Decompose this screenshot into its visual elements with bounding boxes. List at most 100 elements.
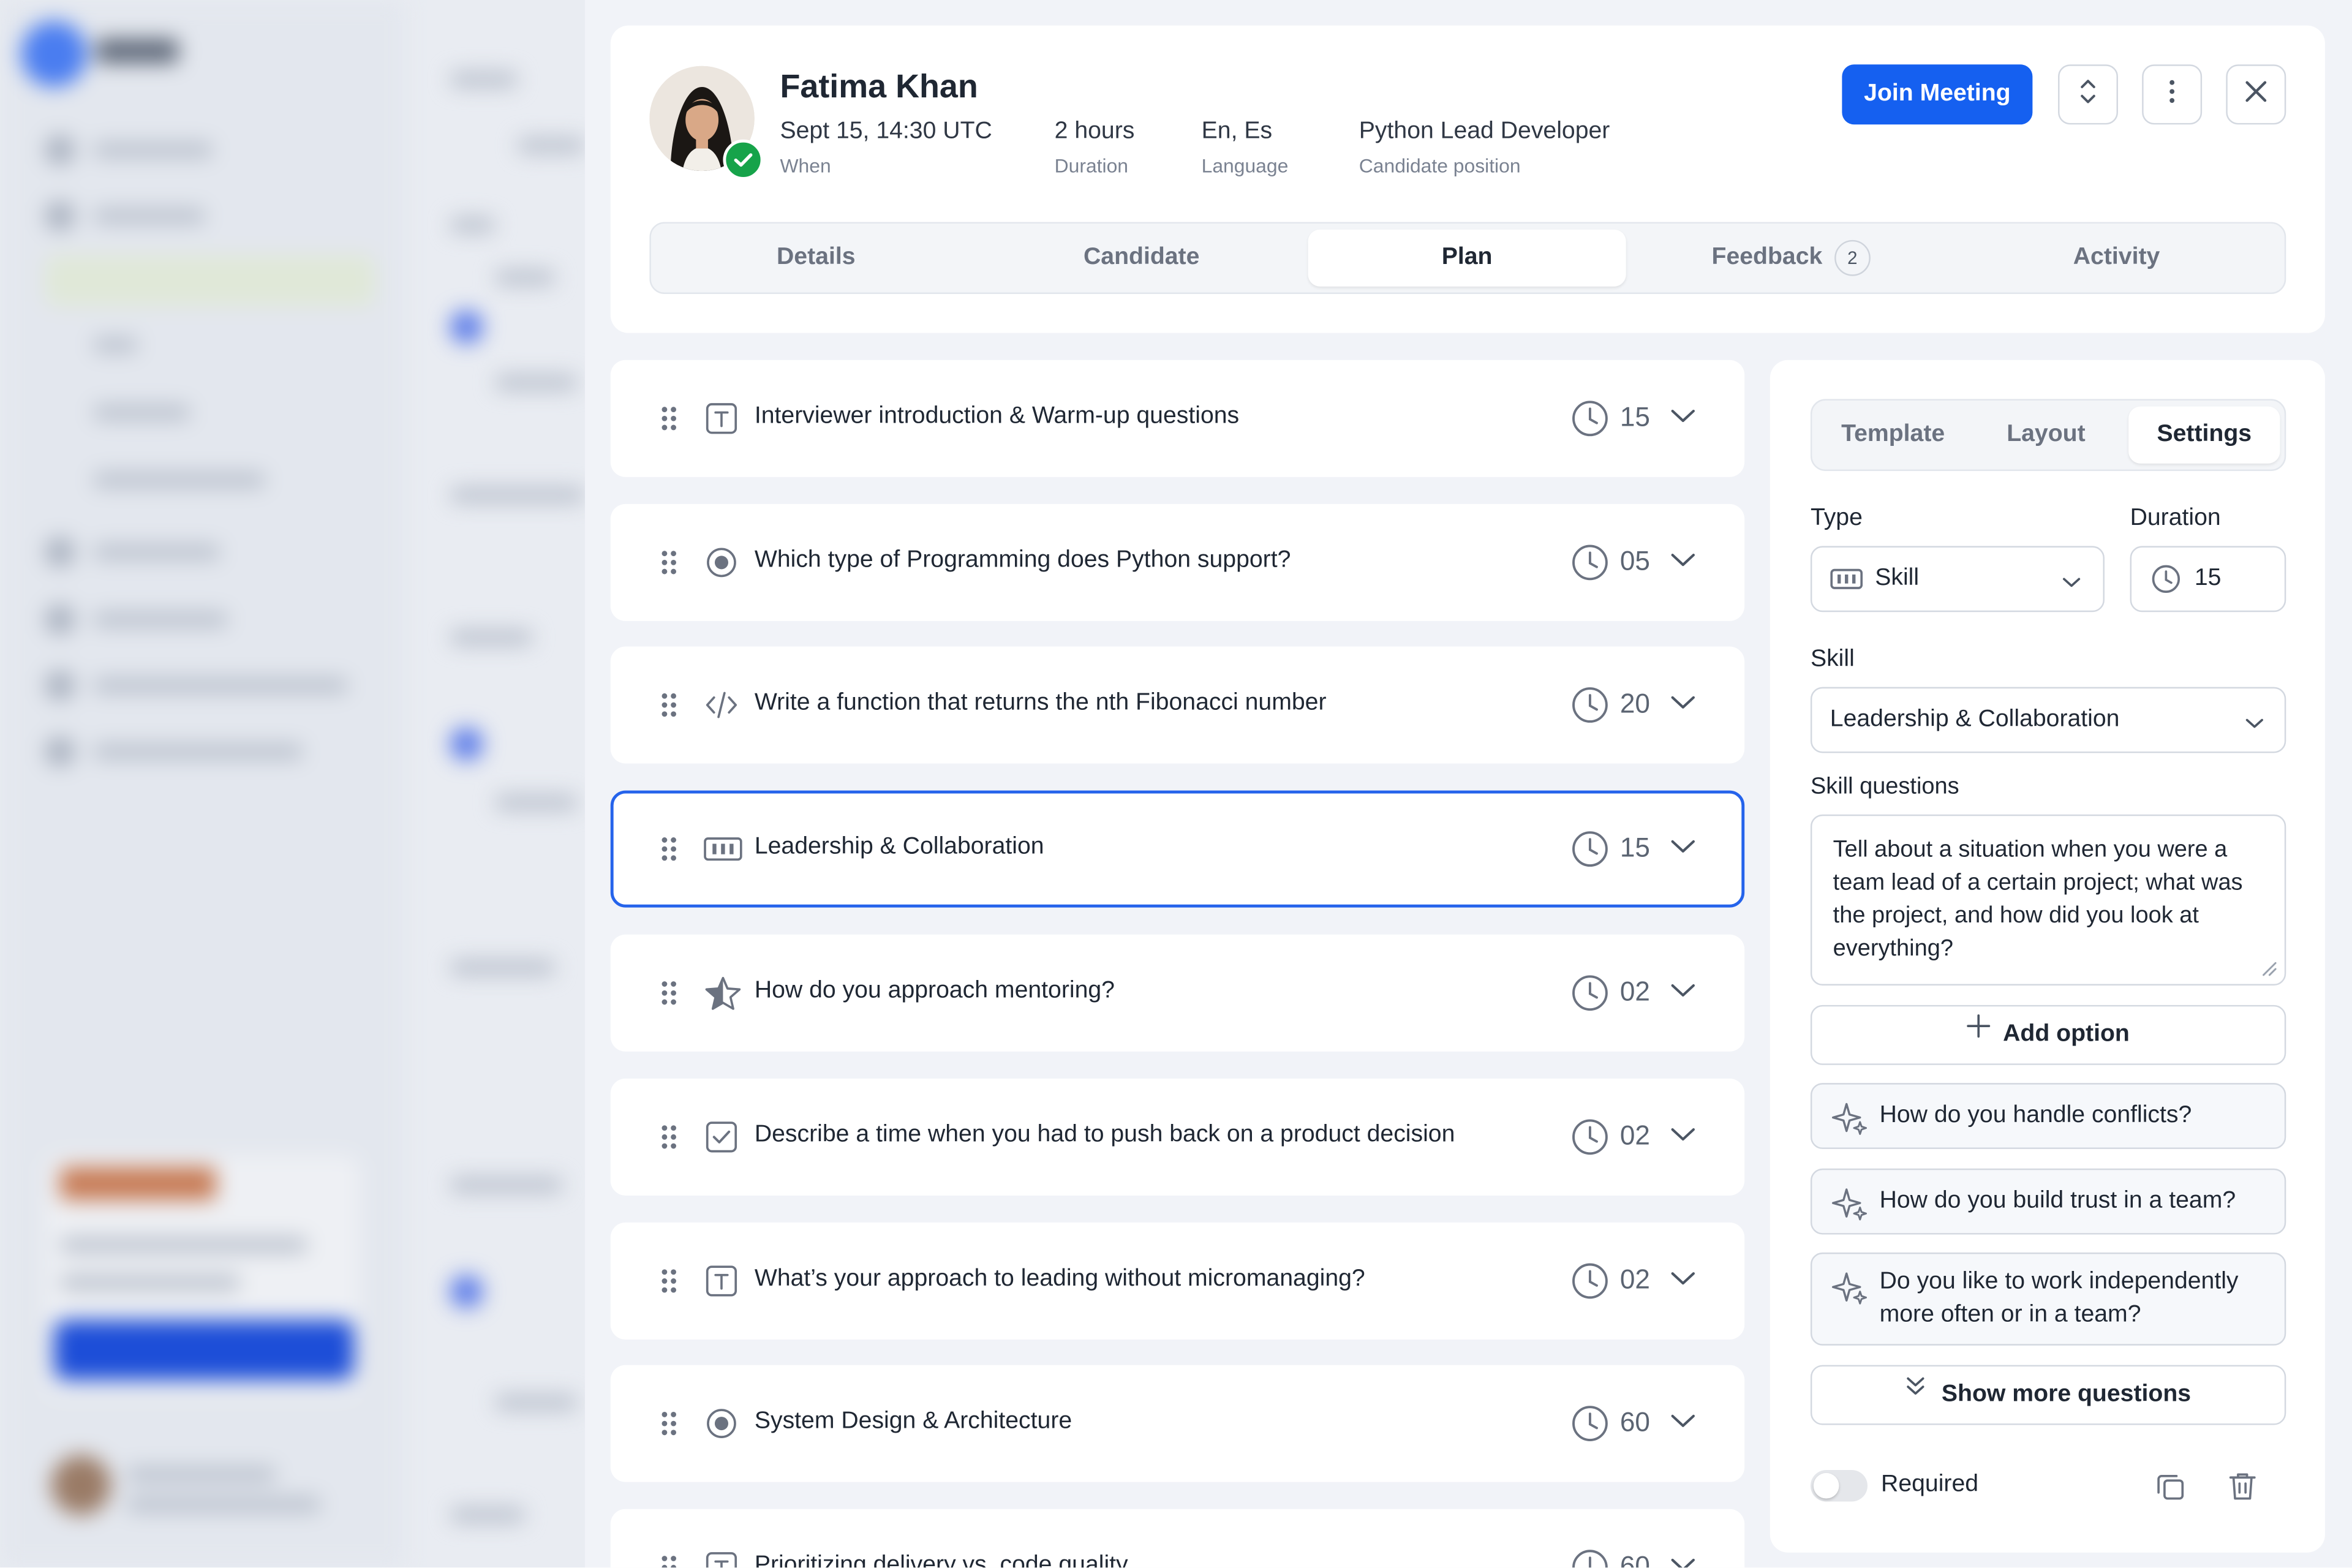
tab-layout[interactable]: Layout [1971, 407, 2121, 464]
drag-handle-icon[interactable] [660, 1123, 678, 1158]
suggested-question-text: Do you like to work independently more o… [1879, 1268, 2239, 1328]
position-value: Python Lead Developer [1359, 118, 1610, 145]
duration-field-label: Duration [2130, 505, 2221, 531]
plan-item[interactable]: Write a function that returns the nth Fi… [610, 646, 1745, 764]
expand-button[interactable] [2058, 64, 2118, 125]
chevron-down-icon [2244, 711, 2265, 738]
meta-position: Python Lead Developer Candidate position [1359, 118, 1610, 177]
more-options-button[interactable] [2142, 64, 2203, 125]
plan-item[interactable]: Interviewer introduction & Warm-up quest… [610, 360, 1745, 477]
position-label: Candidate position [1359, 154, 1521, 177]
feedback-count-badge: 2 [1834, 239, 1871, 276]
text-icon [704, 1550, 740, 1568]
text-icon [704, 401, 740, 437]
skill-questions-label: Skill questions [1810, 774, 1959, 800]
add-option-button[interactable]: Add option [1810, 1004, 2286, 1065]
tab-plan-label: Plan [1441, 244, 1493, 270]
plan-item-duration: 60 [1619, 1407, 1650, 1438]
suggested-question[interactable]: How do you build trust in a team? [1810, 1168, 2286, 1235]
meta-when: Sept 15, 14:30 UTC When [780, 118, 992, 177]
copy-icon[interactable] [2154, 1470, 2187, 1510]
online-check-icon [723, 139, 764, 180]
plan-item[interactable]: Prioritizing delivery vs. code quality 60 [610, 1509, 1745, 1568]
plan-item-duration: 05 [1619, 546, 1650, 576]
chevron-down-icon[interactable] [1670, 405, 1697, 432]
chevron-down-icon[interactable] [1670, 1123, 1697, 1150]
tab-template[interactable]: Template [1818, 407, 1968, 464]
drag-handle-icon[interactable] [660, 1410, 678, 1444]
meta-language: En, Es Language [1202, 118, 1289, 177]
interview-tabs: Details Candidate Plan Feedback 2 Activit… [649, 222, 2286, 295]
clock-icon [1570, 685, 1610, 732]
radio-icon [704, 1406, 740, 1442]
plan-item[interactable]: How do you approach mentoring? 02 [610, 934, 1745, 1052]
chevron-down-icon[interactable] [1670, 692, 1697, 718]
add-option-label: Add option [2003, 1021, 2130, 1047]
trash-icon[interactable] [2226, 1470, 2259, 1510]
chevron-down-icon[interactable] [1670, 1554, 1697, 1568]
type-value: Skill [1875, 565, 1920, 591]
drag-handle-icon[interactable] [660, 405, 678, 439]
suggested-question[interactable]: Do you like to work independently more o… [1810, 1252, 2286, 1346]
plan-item[interactable]: Which type of Programming does Python su… [610, 503, 1745, 621]
skill-value: Leadership & Collaboration [1830, 706, 2120, 733]
duration-input-value: 15 [2194, 565, 2222, 591]
show-more-label: Show more questions [1941, 1381, 2192, 1408]
tab-settings[interactable]: Settings [2128, 406, 2280, 464]
meta-duration: 2 hours Duration [1055, 118, 1135, 177]
skill-icon [704, 831, 742, 867]
tab-candidate-label: Candidate [1083, 244, 1200, 270]
tab-activity[interactable]: Activity [1958, 230, 2275, 287]
plan-item[interactable]: Describe a time when you had to push bac… [610, 1078, 1745, 1196]
plan-item-title: Prioritizing delivery vs. code quality [754, 1552, 1128, 1568]
join-meeting-button[interactable]: Join Meeting [1842, 64, 2033, 125]
chevron-down-icon[interactable] [1670, 979, 1697, 1006]
skill-icon [1830, 565, 1863, 600]
when-label: When [780, 154, 831, 177]
plan-item-duration: 20 [1619, 688, 1650, 719]
tab-feedback-label: Feedback [1711, 244, 1823, 270]
show-more-questions-button[interactable]: Show more questions [1810, 1365, 2286, 1425]
plan-item-title: Interviewer introduction & Warm-up quest… [754, 403, 1240, 429]
background-app [0, 0, 586, 1568]
tab-feedback[interactable]: Feedback 2 [1632, 230, 1950, 287]
plus-icon [1967, 1004, 1991, 1061]
close-button[interactable] [2226, 64, 2286, 125]
chevron-down-icon[interactable] [1670, 549, 1697, 576]
suggested-question[interactable]: How do you handle conflicts? [1810, 1083, 2286, 1149]
checkbox-icon [704, 1119, 740, 1155]
plan-item[interactable]: System Design & Architecture 60 [610, 1365, 1745, 1482]
radio-icon [704, 545, 740, 581]
tab-details[interactable]: Details [657, 230, 975, 287]
clock-icon [1570, 1118, 1610, 1164]
skill-question-textarea[interactable]: Tell about a situation when you were a t… [1810, 814, 2286, 986]
plan-item-title: Which type of Programming does Python su… [754, 547, 1291, 573]
clock-icon [1570, 543, 1610, 590]
language-label: Language [1201, 154, 1289, 177]
drag-handle-icon[interactable] [660, 549, 678, 583]
resize-handle-icon[interactable] [2259, 957, 2277, 984]
required-toggle[interactable] [1810, 1470, 1868, 1502]
clock-icon [1570, 973, 1610, 1020]
tab-candidate[interactable]: Candidate [982, 230, 1300, 287]
chevron-down-icon[interactable] [1670, 1410, 1697, 1437]
skill-label: Skill [1810, 646, 1855, 673]
drag-handle-icon[interactable] [660, 1267, 678, 1302]
drag-handle-icon[interactable] [660, 835, 678, 870]
drag-handle-icon[interactable] [660, 1554, 678, 1568]
plan-item-title: System Design & Architecture [754, 1408, 1072, 1434]
chevron-down-icon[interactable] [1670, 835, 1697, 862]
chevron-down-icon[interactable] [1670, 1267, 1697, 1294]
toggle-knob [1813, 1472, 1839, 1499]
duration-input[interactable]: 15 [2130, 546, 2286, 612]
drag-handle-icon[interactable] [660, 979, 678, 1014]
plan-item[interactable]: Leadership & Collaboration 15 [610, 790, 1745, 908]
type-select[interactable]: Skill [1810, 546, 2105, 612]
plan-item-duration: 02 [1619, 976, 1650, 1007]
skill-select[interactable]: Leadership & Collaboration [1810, 687, 2286, 753]
drag-handle-icon[interactable] [660, 692, 678, 726]
tab-activity-label: Activity [2073, 244, 2160, 270]
plan-item[interactable]: What’s your approach to leading without … [610, 1222, 1745, 1340]
tab-plan[interactable]: Plan [1308, 229, 1626, 287]
clock-icon [2151, 564, 2181, 601]
